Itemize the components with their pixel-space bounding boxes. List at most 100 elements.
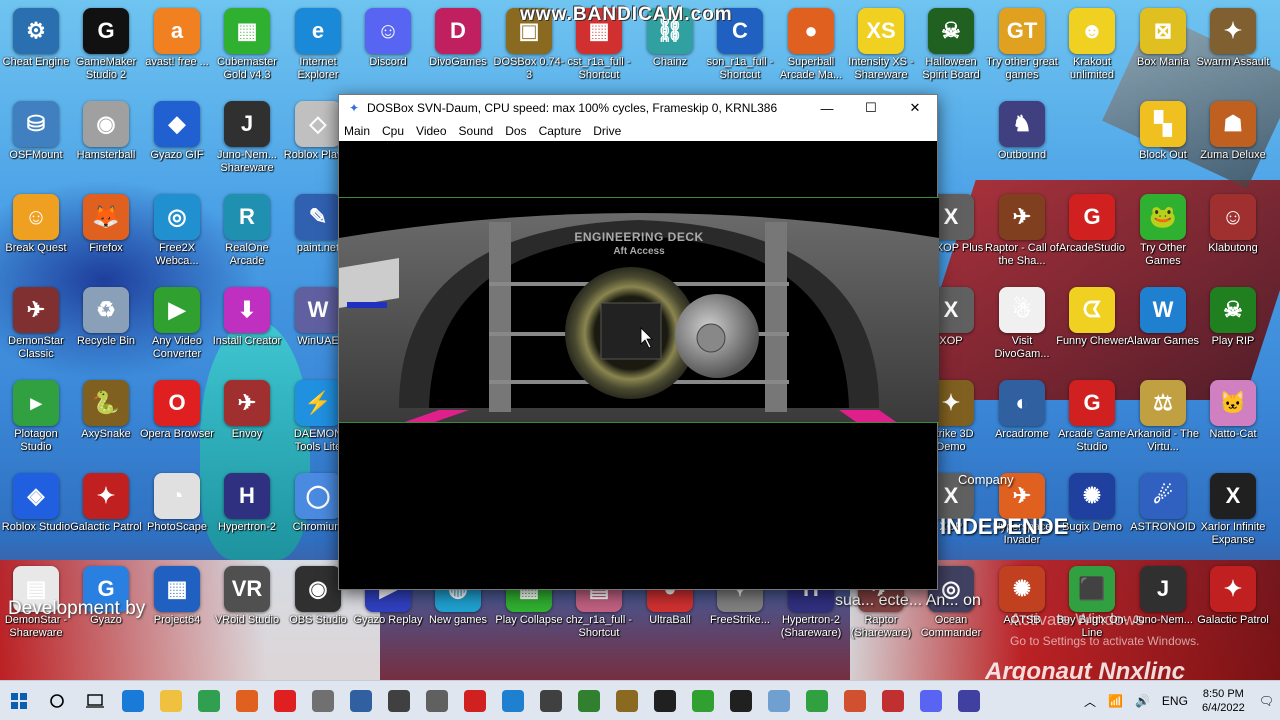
- taskbar-app-button[interactable]: [570, 681, 608, 720]
- desktop-icon[interactable]: ☺ Discord: [352, 6, 424, 92]
- desktop-icon[interactable]: ☄ ASTRONOID: [1127, 471, 1199, 557]
- desktop-icon[interactable]: ☗ Zuma Deluxe: [1197, 99, 1269, 185]
- desktop-icon[interactable]: ⚙ Cheat Engine: [0, 6, 72, 92]
- taskbar-clock[interactable]: 8:50 PM 6/4/2022: [1194, 687, 1253, 715]
- desktop-icon[interactable]: R RealOne Arcade: [211, 192, 283, 278]
- taskbar-app-button[interactable]: [532, 681, 570, 720]
- taskbar-app-button[interactable]: [722, 681, 760, 720]
- language-indicator[interactable]: ENG: [1156, 694, 1194, 708]
- search-button[interactable]: [38, 681, 76, 720]
- menu-cpu[interactable]: Cpu: [376, 124, 410, 138]
- menu-main[interactable]: Main: [339, 124, 376, 138]
- taskbar-app-button[interactable]: [304, 681, 342, 720]
- taskbar-app-button[interactable]: [380, 681, 418, 720]
- desktop-icon[interactable]: ◐ Arcadrome: [986, 378, 1058, 464]
- taskbar-app-button[interactable]: [342, 681, 380, 720]
- desktop-icon[interactable]: D DivoGames: [422, 6, 494, 92]
- desktop-icon[interactable]: ✈ Raptor - Call of the Sha...: [985, 192, 1059, 278]
- menu-capture[interactable]: Capture: [533, 124, 588, 138]
- show-hidden-icons-icon[interactable]: ︿: [1078, 693, 1102, 710]
- minimize-button[interactable]: —: [805, 95, 849, 121]
- taskbar-app-button[interactable]: [646, 681, 684, 720]
- desktop-icon[interactable]: VR VRoid Studio: [211, 564, 283, 650]
- taskbar-app-button[interactable]: [608, 681, 646, 720]
- desktop-icon[interactable]: ✈ DemonStar Classic: [0, 285, 72, 371]
- taskbar-app-button[interactable]: [950, 681, 988, 720]
- desktop-icon[interactable]: e Internet Explorer: [282, 6, 354, 92]
- desktop-icon[interactable]: ♞ Outbound: [986, 99, 1058, 185]
- taskbar-app-button[interactable]: [760, 681, 798, 720]
- desktop-icon[interactable]: G ArcadeStudio: [1056, 192, 1128, 278]
- desktop-icon[interactable]: ᗧ Funny Chewer: [1056, 285, 1128, 371]
- notifications-icon[interactable]: 🗨: [1253, 694, 1280, 708]
- desktop-icon[interactable]: ▚ Block Out: [1127, 99, 1199, 185]
- taskbar-app-button[interactable]: [456, 681, 494, 720]
- desktop-icon[interactable]: ● Superball Arcade Ma...: [775, 6, 847, 92]
- desktop-icon[interactable]: 🐸 Try Other Games: [1127, 192, 1199, 278]
- taskbar-app-button[interactable]: [114, 681, 152, 720]
- taskbar-app-button[interactable]: [418, 681, 456, 720]
- taskbar-app-button[interactable]: [494, 681, 532, 720]
- desktop-icon[interactable]: GT Try other great games: [986, 6, 1058, 92]
- desktop-icon[interactable]: ☺ Break Quest: [0, 192, 72, 278]
- taskbar-app-button[interactable]: [912, 681, 950, 720]
- desktop-icon[interactable]: a avast! free ...: [141, 6, 213, 92]
- taskbar-app-button[interactable]: [266, 681, 304, 720]
- desktop-icon[interactable]: ◔ PhotoScape: [141, 471, 213, 557]
- taskbar-app-button[interactable]: [190, 681, 228, 720]
- desktop-icon[interactable]: ☠ Play RIP: [1197, 285, 1269, 371]
- desktop-icon[interactable]: ⊠ Box Mania: [1127, 6, 1199, 92]
- desktop-icon[interactable]: ☻ Krakout unlimited: [1056, 6, 1128, 92]
- desktop-icon[interactable]: ▸ Plotagon Studio: [0, 378, 72, 464]
- volume-icon[interactable]: 🔊: [1129, 694, 1156, 708]
- desktop-icon[interactable]: X Xarlor Infinite Expanse: [1197, 471, 1269, 557]
- desktop-icon[interactable]: ◆ Gyazo GIF: [141, 99, 213, 185]
- desktop-icon[interactable]: ✦ Swarm Assault: [1197, 6, 1269, 92]
- menu-dos[interactable]: Dos: [499, 124, 532, 138]
- menu-drive[interactable]: Drive: [587, 124, 627, 138]
- task-view-button[interactable]: [76, 681, 114, 720]
- desktop-icon[interactable]: ◎ Free2X Webca...: [141, 192, 213, 278]
- desktop-icon[interactable]: ✦ Galactic Patrol: [70, 471, 142, 557]
- taskbar-app-button[interactable]: [874, 681, 912, 720]
- game-viewport[interactable]: ENGINEERING DECK Aft Access: [339, 197, 939, 423]
- desktop-icon[interactable]: H Hypertron-2: [211, 471, 283, 557]
- desktop-icon[interactable]: ⬇ Install Creator: [211, 285, 283, 371]
- wifi-icon[interactable]: 📶: [1102, 694, 1129, 708]
- taskbar-app-button[interactable]: [798, 681, 836, 720]
- menu-sound[interactable]: Sound: [453, 124, 500, 138]
- desktop-icon[interactable]: ⛁ OSFMount: [0, 99, 72, 185]
- desktop-icon[interactable]: XS Intensity XS - Shareware: [845, 6, 917, 92]
- desktop-icon[interactable]: G GameMaker Studio 2: [70, 6, 142, 92]
- desktop-icon[interactable]: ☺ Klabutong: [1197, 192, 1269, 278]
- desktop-icon[interactable]: ◉ Hamsterball: [70, 99, 142, 185]
- desktop-icon[interactable]: J Juno-Nem... Shareware: [211, 99, 283, 185]
- desktop-icon[interactable]: ☃ Visit DivoGam...: [986, 285, 1058, 371]
- desktop-icon[interactable]: 🐍 AxySnake: [70, 378, 142, 464]
- maximize-button[interactable]: ☐: [849, 95, 893, 121]
- desktop-icon[interactable]: W Alawar Games: [1127, 285, 1199, 371]
- desktop-icon-label: Discord: [369, 56, 407, 68]
- desktop-icon[interactable]: G Arcade Game Studio: [1056, 378, 1128, 464]
- dosbox-window[interactable]: ✦ DOSBox SVN-Daum, CPU speed: max 100% c…: [338, 94, 939, 590]
- dosbox-title-bar[interactable]: ✦ DOSBox SVN-Daum, CPU speed: max 100% c…: [339, 95, 937, 121]
- desktop-icon[interactable]: O Opera Browser: [140, 378, 214, 464]
- menu-video[interactable]: Video: [410, 124, 452, 138]
- desktop-icon[interactable]: ▶ Any Video Converter: [141, 285, 213, 371]
- taskbar-app-button[interactable]: [684, 681, 722, 720]
- desktop-icon[interactable]: ⚖ Arkanoid - The Virtu...: [1127, 378, 1199, 464]
- close-button[interactable]: ✕: [893, 95, 937, 121]
- desktop-icon[interactable]: ✈ Envoy: [211, 378, 283, 464]
- desktop-icon[interactable]: ▦ Project64: [141, 564, 213, 650]
- desktop-icon[interactable]: 🦊 Firefox: [70, 192, 142, 278]
- taskbar-app-button[interactable]: [836, 681, 874, 720]
- taskbar-app-button[interactable]: [228, 681, 266, 720]
- desktop-icon[interactable]: ▦ Cubemaster Gold v4.3: [211, 6, 283, 92]
- taskbar-app-button[interactable]: [152, 681, 190, 720]
- desktop-icon-label: Outbound: [997, 149, 1047, 161]
- desktop-icon[interactable]: ♻ Recycle Bin: [70, 285, 142, 371]
- start-button[interactable]: [0, 681, 38, 720]
- desktop-icon[interactable]: ◈ Roblox Studio: [0, 471, 72, 557]
- desktop-icon[interactable]: ☠ Halloween Spirit Board: [915, 6, 987, 92]
- desktop-icon[interactable]: 🐱 Natto-Cat: [1197, 378, 1269, 464]
